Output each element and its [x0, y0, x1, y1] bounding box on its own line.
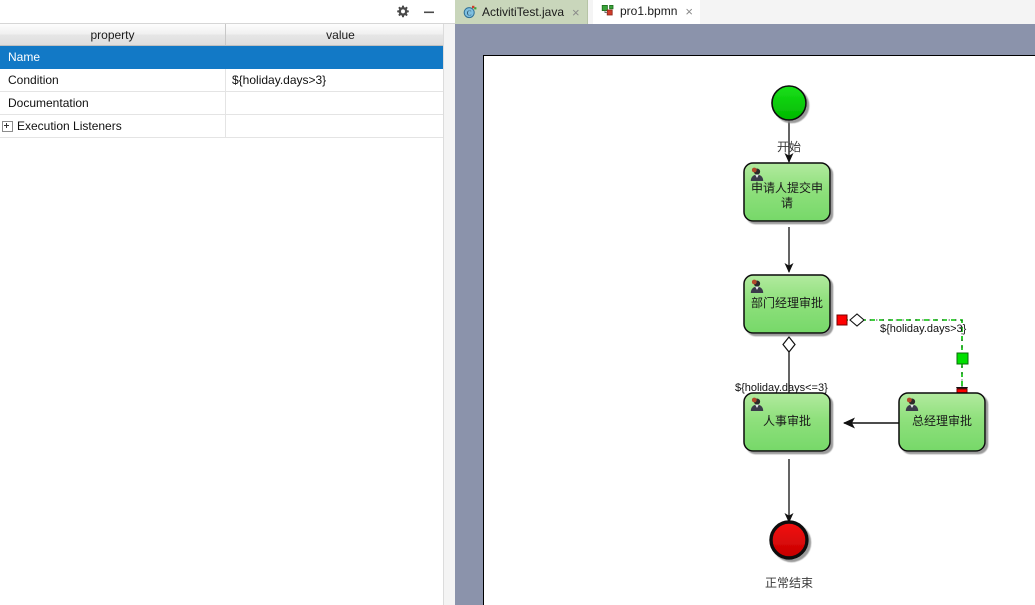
close-icon[interactable]: ×: [572, 6, 580, 19]
properties-table: property value Name Condition ${holiday.…: [0, 24, 455, 138]
diagram-canvas-surround: 开始 申请人提交申请 部门经理审批 总经理审批 人事审批 正常结束 ${holi…: [455, 24, 1035, 605]
property-value-cell[interactable]: [226, 46, 455, 68]
sequence-flow-task2-to-task3-selected: [836, 313, 969, 400]
table-row[interactable]: Execution Listeners: [0, 115, 455, 138]
end-event-node: [769, 520, 809, 560]
bpmn-diagram-svg: [743, 85, 986, 560]
column-header-property[interactable]: property: [0, 24, 226, 45]
expand-icon[interactable]: [2, 120, 13, 132]
editor-tabbar: C ActivitiTest.java × pro1.bpmn ×: [455, 0, 1035, 24]
property-name-cell: Name: [0, 46, 226, 68]
bpmn-diagram-canvas[interactable]: 开始 申请人提交申请 部门经理审批 总经理审批 人事审批 正常结束 ${holi…: [483, 55, 1035, 605]
property-value-cell[interactable]: ${holiday.days>3}: [226, 69, 455, 91]
property-value-cell[interactable]: [226, 115, 455, 137]
properties-scroll-gutter[interactable]: [443, 24, 455, 605]
properties-titlebar-actions: [395, 0, 437, 24]
properties-titlebar: [0, 0, 455, 24]
tab-label: pro1.bpmn: [620, 4, 678, 18]
property-name-cell: Condition: [0, 69, 226, 91]
property-value-cell[interactable]: [226, 92, 455, 114]
property-name-cell: Documentation: [0, 92, 226, 114]
bpmn-file-icon: [601, 4, 615, 18]
tab-label: ActivitiTest.java: [482, 5, 565, 19]
minimize-icon[interactable]: [421, 4, 437, 20]
table-row[interactable]: Name: [0, 46, 455, 69]
property-name-cell: Execution Listeners: [0, 115, 226, 137]
flow-midpoint-handle: [956, 352, 969, 365]
tab-activititest-java[interactable]: C ActivitiTest.java ×: [455, 0, 588, 24]
editor-area: C ActivitiTest.java × pro1.bpmn × 开始 申请人…: [455, 0, 1035, 605]
start-event-node: [771, 85, 807, 121]
activiti-bpmn-editor-window: property value Name Condition ${holiday.…: [0, 0, 1035, 605]
table-row[interactable]: Condition ${holiday.days>3}: [0, 69, 455, 92]
properties-view: property value Name Condition ${holiday.…: [0, 0, 455, 605]
svg-text:C: C: [467, 9, 472, 17]
java-class-icon: C: [463, 5, 477, 19]
gear-icon[interactable]: [395, 4, 411, 20]
table-row[interactable]: Documentation: [0, 92, 455, 115]
properties-table-header: property value: [0, 24, 455, 46]
close-icon[interactable]: ×: [685, 5, 693, 18]
tab-pro1-bpmn[interactable]: pro1.bpmn ×: [593, 0, 700, 24]
flow-source-handle: [836, 314, 848, 326]
property-name-label: Execution Listeners: [17, 119, 122, 133]
column-header-value[interactable]: value: [226, 24, 455, 45]
